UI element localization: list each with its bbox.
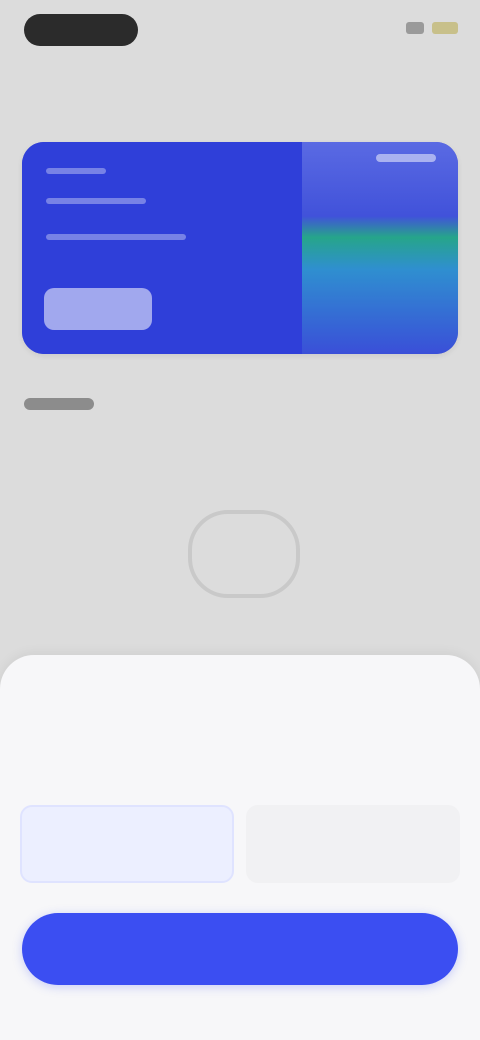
- option-1[interactable]: [20, 805, 234, 883]
- status-icons: [406, 22, 458, 34]
- signal-icon: [406, 22, 424, 34]
- card-button[interactable]: [44, 288, 152, 330]
- option-2[interactable]: [246, 805, 460, 883]
- card-brand-area: [302, 142, 458, 354]
- loading-indicator: [188, 510, 300, 598]
- card-text-line: [46, 168, 106, 174]
- card-main-area: [22, 142, 302, 354]
- section-label: [24, 398, 94, 410]
- continue-button[interactable]: [22, 913, 458, 985]
- bottom-sheet: [0, 655, 480, 1040]
- status-bar: [0, 0, 480, 60]
- card-text-line: [46, 234, 186, 240]
- payment-card[interactable]: [22, 142, 458, 354]
- card-text-line: [46, 198, 146, 204]
- battery-icon: [432, 22, 458, 34]
- status-time: [24, 14, 138, 46]
- option-group: [20, 805, 460, 883]
- card-brand-icon: [376, 154, 436, 162]
- app-screen: [0, 0, 480, 1040]
